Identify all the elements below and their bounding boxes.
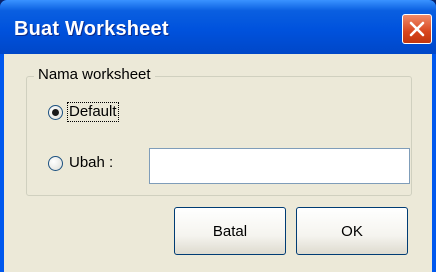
rename-radio[interactable]: [48, 156, 63, 171]
default-radio-label[interactable]: Default: [69, 103, 117, 120]
group-legend: Nama worksheet: [34, 66, 155, 83]
title-bar[interactable]: Buat Worksheet: [0, 0, 436, 54]
rename-radio-label[interactable]: Ubah :: [69, 154, 113, 171]
ok-button[interactable]: OK: [296, 207, 408, 255]
cancel-button[interactable]: Batal: [174, 207, 286, 255]
dialog-window: Buat Worksheet Nama worksheet Default Ub…: [0, 0, 436, 272]
window-title: Buat Worksheet: [14, 18, 169, 40]
dialog-body: Nama worksheet Default Ubah : Batal OK: [4, 54, 432, 272]
close-button[interactable]: [402, 14, 432, 44]
default-focus-rect: Default: [67, 102, 119, 122]
default-radio[interactable]: [48, 105, 63, 120]
worksheet-name-input[interactable]: [149, 148, 410, 184]
close-icon: [409, 21, 425, 37]
radio-selected-dot: [52, 109, 59, 116]
